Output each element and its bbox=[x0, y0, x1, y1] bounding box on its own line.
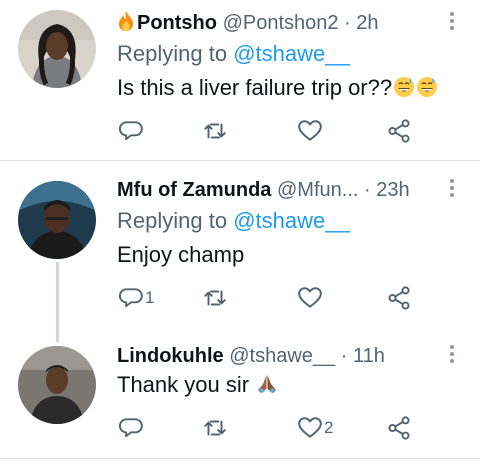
grinning-sweat-emoji bbox=[393, 76, 415, 98]
tweet-header: Pontsho @Pontshon2 · 2h bbox=[117, 10, 379, 36]
retweet-button[interactable] bbox=[202, 413, 229, 443]
tweet-text-content: Thank you sir bbox=[117, 372, 250, 397]
replying-to: Replying to @tshawe__ bbox=[117, 40, 350, 68]
tweet-header: Mfu of Zamunda @Mfun... · 23h bbox=[117, 177, 410, 203]
share-icon bbox=[388, 119, 410, 143]
timestamp[interactable]: 2h bbox=[356, 12, 378, 34]
more-icon[interactable] bbox=[446, 345, 458, 367]
share-button[interactable] bbox=[386, 283, 412, 313]
like-button[interactable]: 2 bbox=[297, 413, 333, 443]
heart-icon bbox=[298, 120, 322, 141]
timestamp[interactable]: 11h bbox=[353, 345, 385, 367]
timestamp[interactable]: 23h bbox=[376, 179, 409, 201]
thread-line bbox=[56, 262, 59, 342]
like-button[interactable] bbox=[297, 283, 324, 313]
retweet-icon bbox=[204, 420, 226, 436]
reply-icon bbox=[118, 121, 143, 141]
retweet-icon bbox=[204, 123, 226, 139]
user-handle[interactable]: @tshawe__ bbox=[229, 345, 335, 367]
user-handle[interactable]: @Mfun... bbox=[277, 179, 358, 201]
tweet-header: Lindokuhle @tshawe__ · 11h bbox=[117, 343, 385, 369]
display-name[interactable]: Pontsho bbox=[137, 12, 217, 34]
mention-link[interactable]: @tshawe__ bbox=[233, 208, 350, 233]
fire-icon bbox=[117, 10, 135, 32]
reply-button[interactable]: 1 bbox=[118, 283, 154, 313]
tweet-3[interactable]: Lindokuhle @tshawe__ · 11h Thank you sir… bbox=[0, 341, 480, 465]
retweet-button[interactable] bbox=[202, 116, 229, 146]
tweet-actions: 2 bbox=[0, 413, 480, 443]
reply-button[interactable] bbox=[118, 413, 145, 443]
share-button[interactable] bbox=[386, 116, 412, 146]
tweet-text: Thank you sir bbox=[117, 371, 278, 399]
avatar[interactable] bbox=[18, 181, 96, 259]
tweet-2[interactable]: Mfu of Zamunda @Mfun... · 23h Replying t… bbox=[0, 161, 480, 341]
share-icon bbox=[388, 286, 410, 310]
display-name[interactable]: Lindokuhle bbox=[117, 345, 224, 367]
reply-icon bbox=[118, 418, 143, 438]
reply-count: 1 bbox=[145, 288, 155, 307]
tweet-1[interactable]: Pontsho @Pontshon2 · 2h Replying to @tsh… bbox=[0, 0, 480, 160]
divider bbox=[0, 458, 480, 459]
share-icon bbox=[388, 416, 410, 440]
folded-hands-emoji bbox=[256, 373, 278, 395]
tweet-text: Is this a liver failure trip or?? bbox=[117, 74, 438, 102]
tweet-text-content: Is this a liver failure trip or?? bbox=[117, 75, 393, 100]
reply-icon bbox=[118, 288, 143, 308]
retweet-button[interactable] bbox=[202, 283, 229, 313]
tweet-actions bbox=[0, 116, 480, 146]
user-handle[interactable]: @Pontshon2 bbox=[223, 12, 339, 34]
separator-dot: · bbox=[344, 12, 351, 34]
grinning-sweat-emoji bbox=[416, 76, 438, 98]
separator-dot: · bbox=[340, 345, 348, 367]
like-count: 2 bbox=[324, 418, 334, 437]
share-button[interactable] bbox=[386, 413, 412, 443]
replying-to: Replying to @tshawe__ bbox=[117, 207, 350, 235]
tweet-actions: 1 bbox=[0, 283, 480, 313]
heart-icon bbox=[298, 287, 322, 308]
avatar[interactable] bbox=[18, 10, 96, 88]
more-icon[interactable] bbox=[446, 179, 458, 201]
reply-button[interactable] bbox=[118, 116, 145, 146]
replying-prefix: Replying to bbox=[117, 41, 234, 66]
replying-prefix: Replying to bbox=[117, 208, 234, 233]
mention-link[interactable]: @tshawe__ bbox=[233, 41, 350, 66]
tweet-text: Enjoy champ bbox=[117, 242, 245, 267]
heart-icon bbox=[298, 417, 322, 438]
separator-dot: · bbox=[364, 179, 371, 201]
display-name[interactable]: Mfu of Zamunda bbox=[117, 179, 271, 201]
retweet-icon bbox=[204, 290, 226, 306]
like-button[interactable] bbox=[297, 116, 324, 146]
more-icon[interactable] bbox=[446, 12, 458, 34]
